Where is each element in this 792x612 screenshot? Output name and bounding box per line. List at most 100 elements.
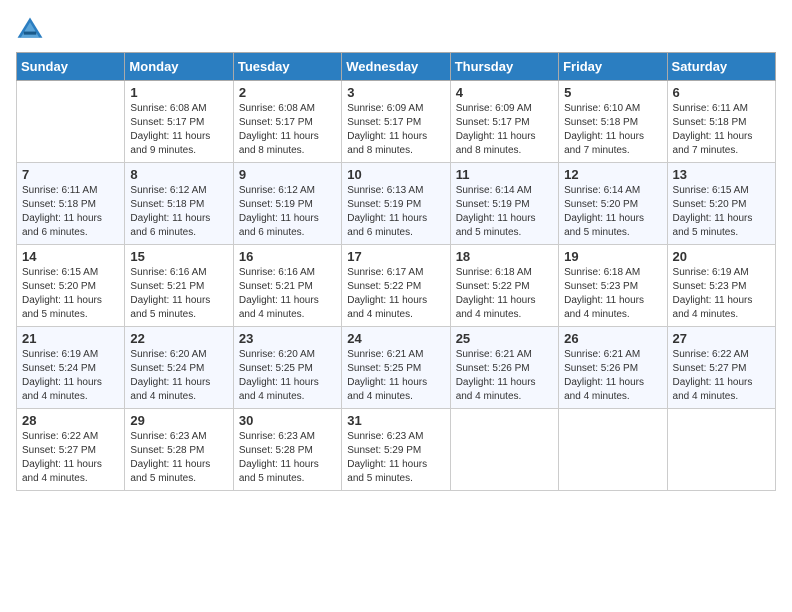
calendar-cell: 5Sunrise: 6:10 AMSunset: 5:18 PMDaylight… [559,81,667,163]
day-info: Sunrise: 6:18 AMSunset: 5:22 PMDaylight:… [456,266,553,322]
day-info: Sunrise: 6:23 AMSunset: 5:28 PMDaylight:… [130,430,227,486]
calendar-cell: 6 Sunrise: 6:11 AMSunset: 5:18 PMDaylight… [667,81,775,163]
day-info: Sunrise: 6:19 AMSunset: 5:23 PMDaylight:… [673,266,770,322]
day-info: Sunrise: 6:15 AMSunset: 5:20 PMDaylight:… [673,184,770,240]
day-info: Sunrise: 6:17 AMSunset: 5:22 PMDaylight:… [347,266,444,322]
day-info: Sunrise: 6:23 AMSunset: 5:29 PMDaylight:… [347,430,444,486]
day-info: Sunrise: 6:14 AMSunset: 5:20 PMDaylight:… [564,184,661,240]
day-info: Sunrise: 6:21 AMSunset: 5:26 PMDaylight:… [564,348,661,404]
day-info: Sunrise: 6:13 AMSunset: 5:19 PMDaylight:… [347,184,444,240]
day-info: Sunrise: 6:18 AMSunset: 5:23 PMDaylight:… [564,266,661,322]
calendar-cell: 28Sunrise: 6:22 AMSunset: 5:27 PMDayligh… [17,409,125,491]
day-number: 10 [347,167,444,182]
day-info: Sunrise: 6:21 AMSunset: 5:26 PMDaylight:… [456,348,553,404]
calendar-cell: 11 Sunrise: 6:14 AMSunset: 5:19 PMDayligh… [450,163,558,245]
calendar-cell: 27 Sunrise: 6:22 AMSunset: 5:27 PMDayligh… [667,327,775,409]
calendar-cell: 30 Sunrise: 6:23 AMSunset: 5:28 PMDayligh… [233,409,341,491]
calendar-header-saturday: Saturday [667,53,775,81]
day-info: Sunrise: 6:20 AMSunset: 5:25 PMDaylight:… [239,348,336,404]
calendar-cell: 7Sunrise: 6:11 AMSunset: 5:18 PMDaylight… [17,163,125,245]
day-number: 30 [239,413,336,428]
day-info: Sunrise: 6:10 AMSunset: 5:18 PMDaylight:… [564,102,661,158]
day-info: Sunrise: 6:16 AMSunset: 5:21 PMDaylight:… [239,266,336,322]
day-number: 8 [130,167,227,182]
day-number: 29 [130,413,227,428]
calendar-week-4: 21 Sunrise: 6:19 AMSunset: 5:24 PMDayligh… [17,327,776,409]
calendar-cell: 23 Sunrise: 6:20 AMSunset: 5:25 PMDayligh… [233,327,341,409]
day-number: 31 [347,413,444,428]
day-info: Sunrise: 6:08 AMSunset: 5:17 PMDaylight:… [239,102,336,158]
day-info: Sunrise: 6:09 AMSunset: 5:17 PMDaylight:… [456,102,553,158]
calendar-header-monday: Monday [125,53,233,81]
calendar-week-5: 28Sunrise: 6:22 AMSunset: 5:27 PMDayligh… [17,409,776,491]
day-number: 4 [456,85,553,100]
day-number: 28 [22,413,119,428]
calendar-cell: 31 Sunrise: 6:23 AMSunset: 5:29 PMDayligh… [342,409,450,491]
day-number: 2 [239,85,336,100]
calendar-cell: 13 Sunrise: 6:15 AMSunset: 5:20 PMDayligh… [667,163,775,245]
day-number: 25 [456,331,553,346]
day-number: 15 [130,249,227,264]
day-info: Sunrise: 6:15 AMSunset: 5:20 PMDaylight:… [22,266,119,322]
calendar-cell: 2 Sunrise: 6:08 AMSunset: 5:17 PMDaylight… [233,81,341,163]
day-number: 21 [22,331,119,346]
calendar-table: SundayMondayTuesdayWednesdayThursdayFrid… [16,52,776,491]
day-info: Sunrise: 6:11 AMSunset: 5:18 PMDaylight:… [673,102,770,158]
calendar-cell: 1Sunrise: 6:08 AMSunset: 5:17 PMDaylight… [125,81,233,163]
calendar-cell: 10 Sunrise: 6:13 AMSunset: 5:19 PMDayligh… [342,163,450,245]
day-info: Sunrise: 6:11 AMSunset: 5:18 PMDaylight:… [22,184,119,240]
calendar-cell: 22 Sunrise: 6:20 AMSunset: 5:24 PMDayligh… [125,327,233,409]
calendar-week-1: 1 Sunrise: 6:08 AMSunset: 5:17 PMDaylight… [17,81,776,163]
day-number: 16 [239,249,336,264]
day-info: Sunrise: 6:20 AMSunset: 5:24 PMDaylight:… [130,348,227,404]
calendar-header-sunday: Sunday [17,53,125,81]
calendar-header-row: SundayMondayTuesdayWednesdayThursdayFrid… [17,53,776,81]
day-info: Sunrise: 6:22 AMSunset: 5:27 PMDaylight:… [673,348,770,404]
day-number: 27 [673,331,770,346]
calendar-cell [17,81,125,163]
calendar-cell: 25 Sunrise: 6:21 AMSunset: 5:26 PMDayligh… [450,327,558,409]
day-number: 6 [673,85,770,100]
page-header [16,16,776,44]
day-info: Sunrise: 6:19 AMSunset: 5:24 PMDaylight:… [22,348,119,404]
calendar-cell [667,409,775,491]
calendar-cell: 16 Sunrise: 6:16 AMSunset: 5:21 PMDayligh… [233,245,341,327]
calendar-cell: 9 Sunrise: 6:12 AMSunset: 5:19 PMDaylight… [233,163,341,245]
day-number: 14 [22,249,119,264]
day-number: 11 [456,167,553,182]
calendar-week-2: 7Sunrise: 6:11 AMSunset: 5:18 PMDaylight… [17,163,776,245]
calendar-cell: 18 Sunrise: 6:18 AMSunset: 5:22 PMDayligh… [450,245,558,327]
day-info: Sunrise: 6:14 AMSunset: 5:19 PMDaylight:… [456,184,553,240]
day-number: 18 [456,249,553,264]
day-info: Sunrise: 6:09 AMSunset: 5:17 PMDaylight:… [347,102,444,158]
day-info: Sunrise: 6:23 AMSunset: 5:28 PMDaylight:… [239,430,336,486]
calendar-week-3: 14 Sunrise: 6:15 AMSunset: 5:20 PMDayligh… [17,245,776,327]
day-number: 3 [347,85,444,100]
day-info: Sunrise: 6:12 AMSunset: 5:19 PMDaylight:… [239,184,336,240]
calendar-cell [450,409,558,491]
calendar-cell: 14 Sunrise: 6:15 AMSunset: 5:20 PMDayligh… [17,245,125,327]
calendar-cell: 3 Sunrise: 6:09 AMSunset: 5:17 PMDaylight… [342,81,450,163]
day-number: 9 [239,167,336,182]
calendar-cell: 29 Sunrise: 6:23 AMSunset: 5:28 PMDayligh… [125,409,233,491]
day-number: 13 [673,167,770,182]
day-number: 23 [239,331,336,346]
logo-icon [16,16,44,44]
calendar-cell: 21 Sunrise: 6:19 AMSunset: 5:24 PMDayligh… [17,327,125,409]
calendar-cell: 20Sunrise: 6:19 AMSunset: 5:23 PMDayligh… [667,245,775,327]
calendar-cell: 15 Sunrise: 6:16 AMSunset: 5:21 PMDayligh… [125,245,233,327]
calendar-cell: 19Sunrise: 6:18 AMSunset: 5:23 PMDayligh… [559,245,667,327]
calendar-cell: 26Sunrise: 6:21 AMSunset: 5:26 PMDayligh… [559,327,667,409]
calendar-cell [559,409,667,491]
day-info: Sunrise: 6:16 AMSunset: 5:21 PMDaylight:… [130,266,227,322]
calendar-header-friday: Friday [559,53,667,81]
calendar-header-thursday: Thursday [450,53,558,81]
logo [16,16,48,44]
day-number: 22 [130,331,227,346]
calendar-header-wednesday: Wednesday [342,53,450,81]
day-info: Sunrise: 6:21 AMSunset: 5:25 PMDaylight:… [347,348,444,404]
day-number: 12 [564,167,661,182]
day-number: 1 [130,85,227,100]
calendar-cell: 4 Sunrise: 6:09 AMSunset: 5:17 PMDaylight… [450,81,558,163]
calendar-header-tuesday: Tuesday [233,53,341,81]
